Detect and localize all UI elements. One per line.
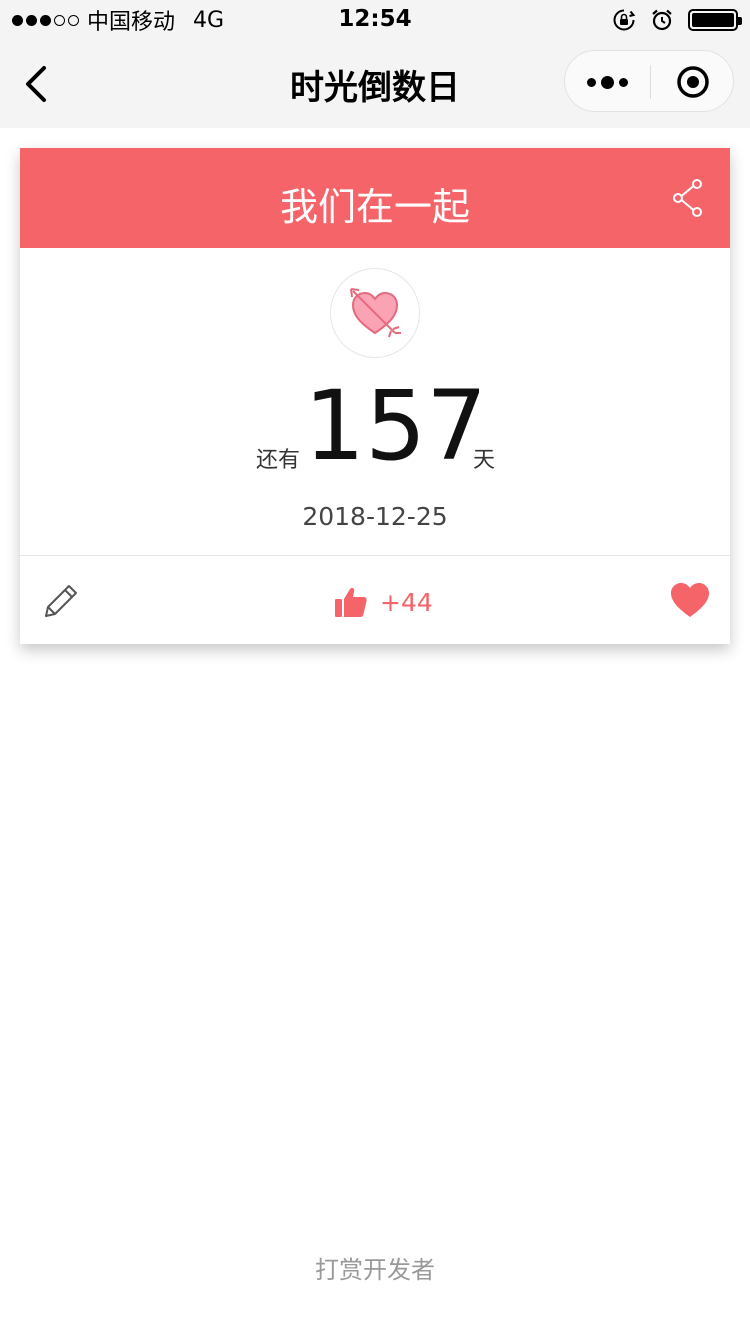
target-date: 2018-12-25 <box>302 502 448 531</box>
countdown-row: 还有 157 天 <box>20 376 730 476</box>
more-dot <box>619 77 628 87</box>
days-remaining: 157 <box>304 370 488 482</box>
close-mini-program-icon <box>677 66 709 98</box>
event-title: 我们在一起 <box>279 185 470 229</box>
card-divider <box>20 555 730 556</box>
reward-developer-link[interactable]: 打赏开发者 <box>0 1250 750 1285</box>
more-dot <box>601 75 614 89</box>
share-icon[interactable] <box>672 178 704 218</box>
like-button[interactable]: +44 <box>334 584 433 620</box>
rotation-lock-icon <box>613 9 636 31</box>
heart-icon[interactable] <box>670 582 710 618</box>
navigation-bar: 时光倒数日 <box>0 40 750 128</box>
countdown-unit: 天 <box>473 448 496 473</box>
pencil-icon[interactable] <box>40 580 82 622</box>
countdown-card: 我们在一起 还有 157 天 2018-12-25 +44 <box>20 148 730 644</box>
status-right <box>612 8 742 32</box>
countdown-prefix: 还有 <box>256 448 301 473</box>
more-dot <box>587 77 596 87</box>
heart-arrow-graphic <box>350 288 401 338</box>
battery-level <box>692 13 734 27</box>
screen: 中国移动 4G 12:54 时光倒数日 我们在一起 还有 157 天 2018-… <box>0 0 750 1334</box>
mini-program-capsule <box>564 50 734 112</box>
card-header: 我们在一起 <box>20 148 730 248</box>
status-bar: 中国移动 4G 12:54 <box>0 0 750 40</box>
battery-icon <box>688 9 742 31</box>
heart-arrow-icon <box>330 268 420 358</box>
alarm-icon <box>652 9 672 31</box>
like-count: +44 <box>380 587 433 617</box>
more-dots-icon[interactable] <box>565 51 650 113</box>
target-circle-icon[interactable] <box>651 51 735 113</box>
thumbs-up-icon <box>335 588 367 617</box>
